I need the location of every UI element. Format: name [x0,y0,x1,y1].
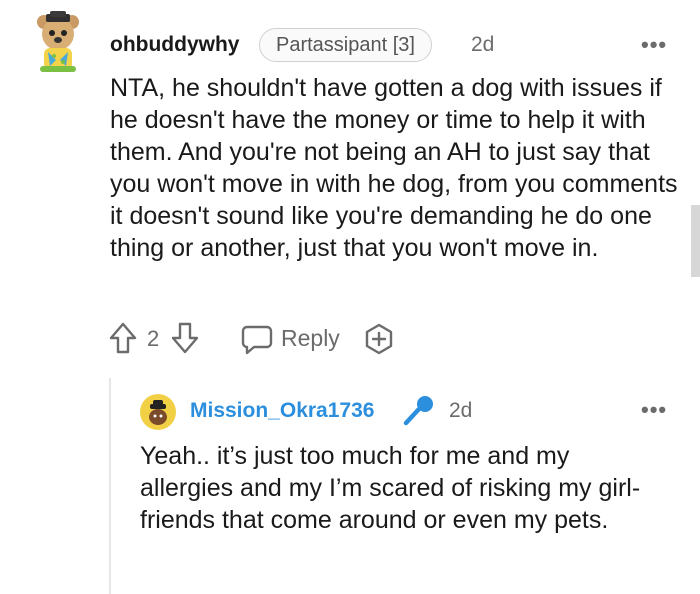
avatar[interactable] [26,10,90,74]
comment-timestamp: 2d [471,33,495,56]
add-award-icon [365,323,393,355]
downvote-arrow-icon [171,322,199,354]
reply-more-options-button[interactable]: ••• [641,397,667,423]
reply-avatar[interactable] [139,393,177,431]
vote-count: 2 [147,326,160,351]
upvote-button[interactable] [108,321,138,355]
speech-bubble-icon [241,325,273,355]
award-button[interactable] [362,322,396,356]
scrollbar-thumb[interactable] [691,205,700,277]
reply-button[interactable] [240,322,274,356]
downvote-button[interactable] [170,321,200,355]
reply-timestamp: 2d [449,399,473,422]
comment-author[interactable]: ohbuddywhy [110,33,240,57]
reply-label[interactable]: Reply [281,325,340,352]
avatar-image [140,394,176,430]
reply-body: Yeah.. it’s just too much for me and my … [140,442,641,534]
upvote-arrow-icon [109,322,137,354]
op-badge [400,394,436,428]
microphone-icon [403,396,433,426]
comment-body: NTA, he shouldn't have gotten a dog with… [110,74,678,262]
avatar-image [37,11,79,72]
thread-line[interactable] [109,378,111,594]
more-options-button[interactable]: ••• [641,32,667,58]
user-flair: Partassipant [3] [259,28,432,62]
reply-author[interactable]: Mission_Okra1736 [190,399,374,423]
